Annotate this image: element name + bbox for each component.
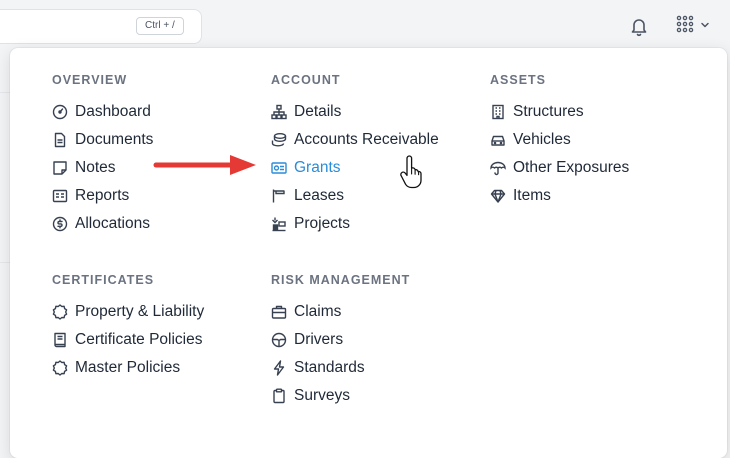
- grant-ticket-icon: [271, 160, 287, 176]
- lightning-icon: [271, 360, 287, 376]
- menu-item-label: Vehicles: [513, 131, 571, 148]
- report-icon: [52, 188, 68, 204]
- menu-item-label: Drivers: [294, 331, 344, 348]
- gauge-icon: [52, 104, 68, 120]
- note-icon: [52, 160, 68, 176]
- project-board-icon: [271, 216, 287, 232]
- menu-item-label: Master Policies: [75, 359, 181, 376]
- section-title: CERTIFICATES: [52, 273, 155, 287]
- coins-icon: [271, 132, 287, 148]
- document-icon: [52, 132, 68, 148]
- menu-item-standards[interactable]: Standards: [271, 354, 410, 382]
- top-bar: Ctrl + /: [0, 0, 730, 48]
- menu-item-label: Projects: [294, 215, 350, 232]
- dollar-circle-icon: [52, 216, 68, 232]
- section-title: OVERVIEW: [52, 73, 128, 87]
- section-assets: ASSETS Structures Vehicles Other Exposur…: [490, 70, 629, 210]
- menu-item-label: Grants: [294, 159, 341, 176]
- section-certificates: CERTIFICATES Property & Liability Certif…: [52, 270, 204, 382]
- hand-pointer-cursor-icon: [398, 155, 426, 194]
- menu-item-label: Structures: [513, 103, 584, 120]
- background-divider: [0, 262, 10, 263]
- menu-item-certificate-policies[interactable]: Certificate Policies: [52, 326, 204, 354]
- chevron-down-icon: [700, 17, 710, 35]
- menu-item-surveys[interactable]: Surveys: [271, 382, 410, 410]
- background-divider: [0, 92, 10, 93]
- sign-icon: [271, 188, 287, 204]
- clipboard-icon: [271, 388, 287, 404]
- search-shortcut-hint: Ctrl + /: [136, 17, 184, 35]
- bell-icon[interactable]: [628, 15, 650, 37]
- menu-item-label: Accounts Receivable: [294, 131, 439, 148]
- menu-item-claims[interactable]: Claims: [271, 298, 410, 326]
- menu-item-dashboard[interactable]: Dashboard: [52, 98, 153, 126]
- menu-item-allocations[interactable]: Allocations: [52, 210, 153, 238]
- menu-item-label: Standards: [294, 359, 365, 376]
- briefcase-icon: [271, 304, 287, 320]
- grid-icon: [676, 15, 694, 38]
- menu-item-label: Reports: [75, 187, 130, 204]
- steering-wheel-icon: [271, 332, 287, 348]
- menu-item-notes[interactable]: Notes: [52, 154, 153, 182]
- menu-item-master-policies[interactable]: Master Policies: [52, 354, 204, 382]
- menu-item-details[interactable]: Details: [271, 98, 439, 126]
- badge-icon: [52, 360, 68, 376]
- menu-item-reports[interactable]: Reports: [52, 182, 153, 210]
- sitemap-icon: [271, 104, 287, 120]
- menu-item-label: Certificate Policies: [75, 331, 203, 348]
- menu-item-accounts-receivable[interactable]: Accounts Receivable: [271, 126, 439, 154]
- section-overview: OVERVIEW Dashboard Documents Notes Repor…: [52, 70, 153, 238]
- gem-icon: [490, 188, 506, 204]
- menu-item-label: Details: [294, 103, 342, 120]
- book-icon: [52, 332, 68, 348]
- menu-item-structures[interactable]: Structures: [490, 98, 629, 126]
- menu-item-label: Claims: [294, 303, 342, 320]
- menu-item-label: Property & Liability: [75, 303, 205, 320]
- car-icon: [490, 132, 506, 148]
- menu-item-label: Dashboard: [75, 103, 151, 120]
- menu-item-label: Other Exposures: [513, 159, 630, 176]
- section-title: ASSETS: [490, 73, 547, 87]
- badge-certificate-icon: [52, 304, 68, 320]
- menu-item-label: Notes: [75, 159, 116, 176]
- section-title: RISK MANAGEMENT: [271, 273, 411, 287]
- section-risk-management: RISK MANAGEMENT Claims Drivers Standards…: [271, 270, 410, 410]
- menu-item-label: Surveys: [294, 387, 350, 404]
- section-title: ACCOUNT: [271, 73, 341, 87]
- annotation-arrow-icon: [152, 152, 260, 183]
- apps-menu-button[interactable]: [676, 15, 716, 37]
- menu-item-label: Leases: [294, 187, 344, 204]
- menu-item-label: Allocations: [75, 215, 150, 232]
- navigation-dropdown: OVERVIEW Dashboard Documents Notes Repor…: [10, 48, 727, 458]
- menu-item-label: Documents: [75, 131, 154, 148]
- menu-item-label: Items: [513, 187, 551, 204]
- menu-item-other-exposures[interactable]: Other Exposures: [490, 154, 629, 182]
- building-icon: [490, 104, 506, 120]
- section-account: ACCOUNT Details Accounts Receivable Gran…: [271, 70, 439, 238]
- umbrella-icon: [490, 160, 506, 176]
- menu-item-documents[interactable]: Documents: [52, 126, 153, 154]
- menu-item-projects[interactable]: Projects: [271, 210, 439, 238]
- menu-item-property-liability[interactable]: Property & Liability: [52, 298, 204, 326]
- menu-item-vehicles[interactable]: Vehicles: [490, 126, 629, 154]
- menu-item-items[interactable]: Items: [490, 182, 629, 210]
- menu-item-drivers[interactable]: Drivers: [271, 326, 410, 354]
